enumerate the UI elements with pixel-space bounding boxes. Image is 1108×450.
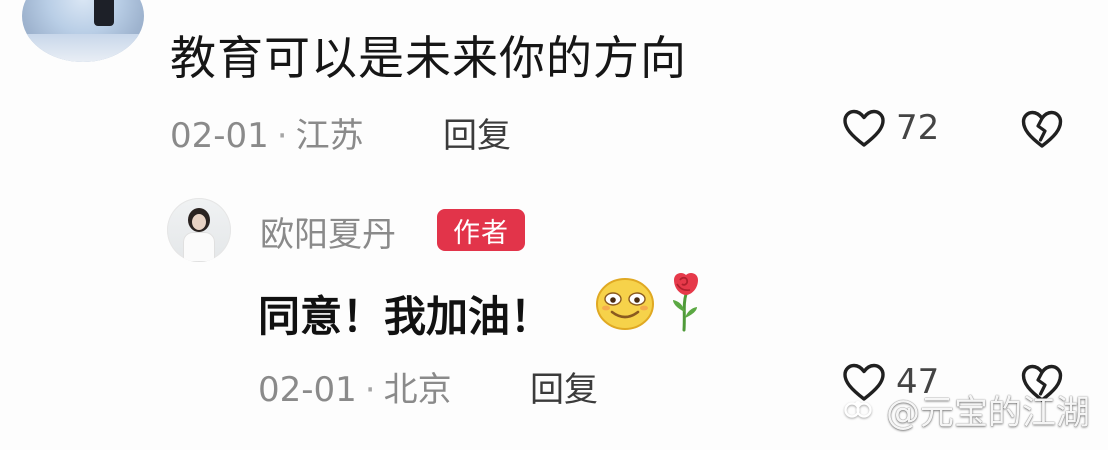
avatar-body (183, 232, 215, 262)
rose-emoji-icon (665, 270, 707, 332)
watermark: @元宝的江湖 (844, 385, 1090, 434)
reply-reply-button[interactable]: 回复 (530, 362, 598, 411)
reply-location: 北京 (383, 370, 452, 410)
comment-like-count: 72 (896, 108, 940, 148)
reply-meta: 02-01 · 北京 (258, 362, 452, 411)
heart-outline-icon (842, 108, 886, 148)
author-badge: 作者 (437, 209, 525, 251)
comment-text: 教育可以是未来你的方向 (170, 31, 687, 85)
app-logo-icon (844, 398, 878, 422)
author-avatar[interactable] (167, 198, 231, 262)
broken-heart-icon (1021, 109, 1063, 149)
comment-meta-separator: · (276, 116, 288, 156)
avatar-figure (94, 0, 114, 26)
reply-text: 同意！我加油！ (258, 292, 553, 341)
smile-emoji-icon (594, 275, 656, 333)
comment-location: 江苏 (295, 116, 364, 156)
commenter-avatar[interactable] (22, 0, 144, 62)
comment-date: 02-01 (170, 116, 269, 156)
watermark-text: @元宝的江湖 (886, 393, 1090, 433)
comment-reply-button[interactable]: 回复 (443, 108, 511, 157)
reply-meta-separator: · (364, 370, 376, 410)
comment-thread: 教育可以是未来你的方向 02-01 · 江苏 回复 72 欧阳夏丹 作者 同意！我加… (0, 0, 1108, 450)
reply-author-name[interactable]: 欧阳夏丹 (260, 207, 396, 256)
reply-date: 02-01 (258, 370, 357, 410)
comment-like-button[interactable]: 72 (842, 108, 939, 148)
avatar-face (192, 214, 206, 230)
comment-dislike-button[interactable] (1021, 109, 1063, 149)
comment-meta: 02-01 · 江苏 (170, 108, 364, 157)
avatar-ground (22, 34, 144, 62)
